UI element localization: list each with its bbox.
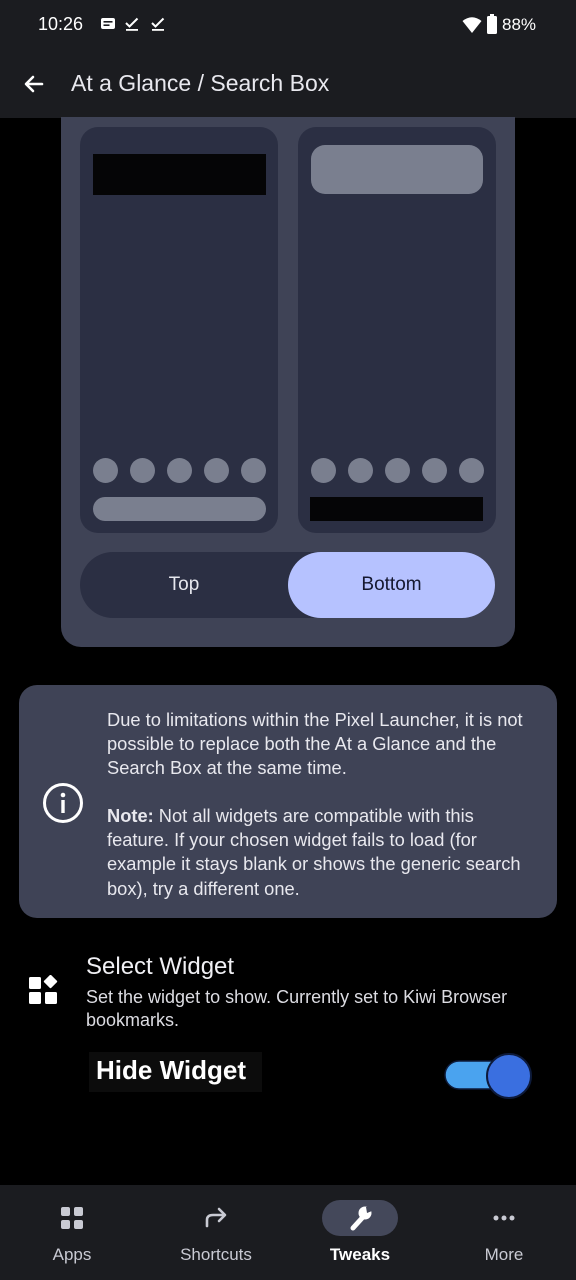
- check-icon: [151, 17, 165, 31]
- info-note: Note: Not all widgets are compatible wit…: [107, 804, 537, 901]
- nav-tweaks[interactable]: Tweaks: [288, 1185, 432, 1280]
- check-icon: [125, 17, 139, 31]
- app-dot: [459, 458, 484, 483]
- nav-more[interactable]: More: [432, 1185, 576, 1280]
- battery-percent: 88%: [502, 15, 537, 34]
- wifi-icon: [462, 17, 482, 33]
- info-icon: [43, 783, 83, 823]
- page-title: At a Glance / Search Box: [71, 70, 330, 96]
- nav-label: Shortcuts: [180, 1245, 252, 1264]
- hide-widget-label: Hide Widget: [96, 1055, 246, 1085]
- app-dot: [348, 458, 373, 483]
- widget-placeholder-top: [93, 154, 266, 195]
- hide-widget-toggle[interactable]: [443, 1050, 535, 1102]
- nav-label: Tweaks: [329, 1245, 391, 1264]
- apps-grid-icon: [61, 1207, 83, 1229]
- widgets-icon[interactable]: [28, 975, 60, 1007]
- message-icon: [101, 18, 115, 29]
- app-dot: [204, 458, 229, 483]
- widget-placeholder-bottom: [310, 497, 483, 521]
- note-text: Not all widgets are compatible with this…: [107, 805, 521, 899]
- status-time: 10:26: [38, 14, 84, 34]
- app-dot: [93, 458, 118, 483]
- nav-shortcuts[interactable]: Shortcuts: [144, 1185, 288, 1280]
- wrench-icon: [350, 1206, 372, 1231]
- nav-apps[interactable]: Apps: [0, 1185, 144, 1280]
- more-dots-icon: [493, 1215, 515, 1221]
- app-dot: [130, 458, 155, 483]
- searchbar-placeholder: [93, 497, 266, 521]
- arrow-back-icon[interactable]: [18, 68, 50, 100]
- note-label: Note:: [107, 805, 154, 826]
- shortcut-arrow-icon: [205, 1207, 227, 1228]
- app-dot: [311, 458, 336, 483]
- segment-bottom[interactable]: Bottom: [288, 552, 495, 618]
- info-paragraph: Due to limitations within the Pixel Laun…: [107, 709, 523, 779]
- battery-icon: [487, 14, 497, 34]
- segment-top[interactable]: Top: [80, 552, 288, 618]
- select-widget-description: Set the widget to show. Currently set to…: [86, 987, 508, 1030]
- app-dot: [241, 458, 266, 483]
- nav-label: Apps: [52, 1245, 92, 1264]
- app-dot: [385, 458, 410, 483]
- glance-placeholder: [311, 145, 483, 194]
- nav-label: More: [484, 1245, 524, 1264]
- select-widget-title[interactable]: Select Widget: [86, 953, 234, 981]
- app-dot: [422, 458, 447, 483]
- app-dot: [167, 458, 192, 483]
